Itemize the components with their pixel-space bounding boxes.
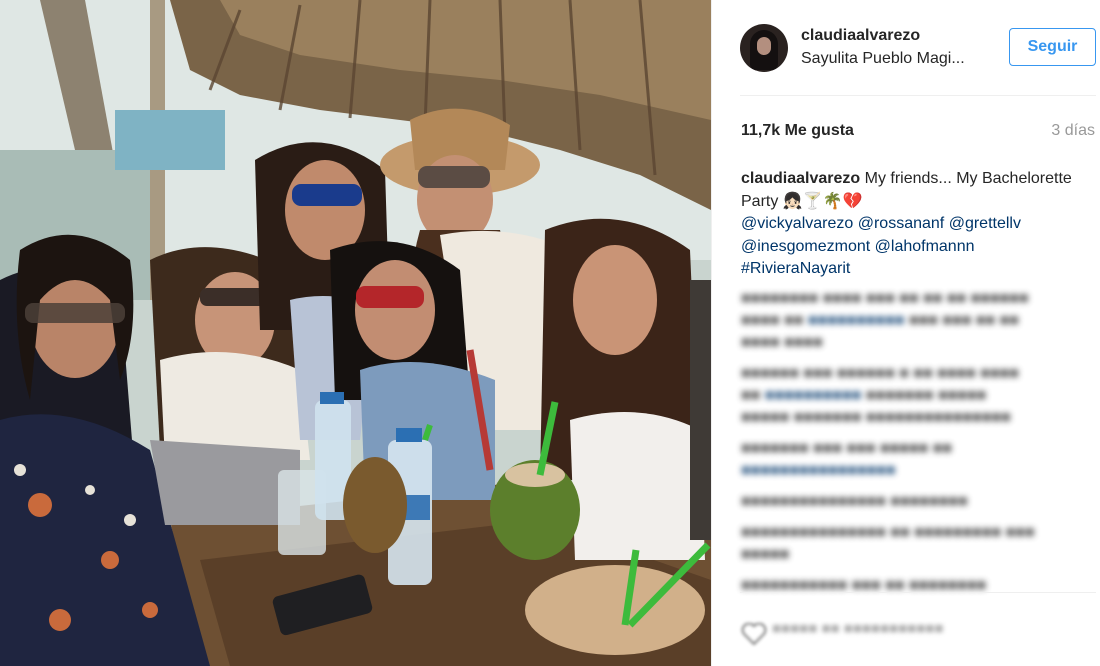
likes-count[interactable]: 11,7k Me gusta — [741, 122, 854, 140]
comment-input[interactable]: ■■■■■ ■■ ■■■■■■■■■■■ — [772, 620, 1100, 648]
blurred-comment: ■■■■■■■■ ■■■■ ■■■ ■■ ■■ ■■ ■■■■■■ ■■■■ ■■… — [741, 290, 1029, 351]
caption-username[interactable]: claudiaalvarezo — [741, 170, 860, 187]
post-side-panel: claudiaalvarezo Sayulita Pueblo Magi... … — [711, 0, 1100, 666]
avatar[interactable] — [740, 24, 788, 72]
post-header: claudiaalvarezo Sayulita Pueblo Magi... … — [740, 20, 1098, 80]
header-username[interactable]: claudiaalvarezo — [801, 27, 920, 45]
mention-link[interactable]: @lahofmannn — [875, 238, 975, 255]
mention-link[interactable]: @grettellv — [949, 215, 1021, 232]
blurred-comments: ■■■■■■■■ ■■■■ ■■■ ■■ ■■ ■■ ■■■■■■ ■■■■ ■■… — [741, 288, 1086, 606]
post-location[interactable]: Sayulita Pueblo Magi... — [801, 50, 991, 68]
header-divider — [740, 95, 1096, 96]
caption-emoji: 👧🏻🍸🌴💔 — [782, 192, 863, 210]
blurred-comment: ■■■■■■■■■■■ ■■■ ■■ ■■■■■■■■ — [741, 577, 987, 594]
blurred-comment: ■■■■■■ ■■■ ■■■■■■ ■ ■■ ■■■■ ■■■■ ■■ ■■■■■… — [741, 365, 1019, 426]
hashtag-link[interactable]: #RivieraNayarit — [741, 260, 850, 277]
post-caption: claudiaalvarezo My friends... My Bachelo… — [741, 168, 1081, 281]
blurred-comment: ■■■■■■■ ■■■ ■■■ ■■■■■ ■■ ■■■■■■■■■■■■■■■■ — [741, 440, 953, 479]
follow-button[interactable]: Seguir — [1009, 28, 1096, 66]
heart-icon[interactable] — [741, 623, 767, 645]
mention-link[interactable]: @inesgomezmont — [741, 238, 870, 255]
mention-link[interactable]: @rossananf — [858, 215, 945, 232]
avatar-face — [757, 37, 771, 55]
comments-divider — [740, 592, 1096, 593]
blurred-comment: ■■■■■■■■■■■■■■■ ■■■■■■■■ — [741, 493, 968, 510]
post-photo[interactable] — [0, 0, 711, 666]
group-photo-illustration — [0, 0, 711, 666]
mention-link[interactable]: @vickyalvarezo — [741, 215, 853, 232]
blurred-comment: ■■■■■■■■■■■■■■■ ■■ ■■■■■■■■■ ■■■ ■■■■■ — [741, 524, 1035, 563]
post-time[interactable]: 3 días — [1051, 122, 1095, 140]
